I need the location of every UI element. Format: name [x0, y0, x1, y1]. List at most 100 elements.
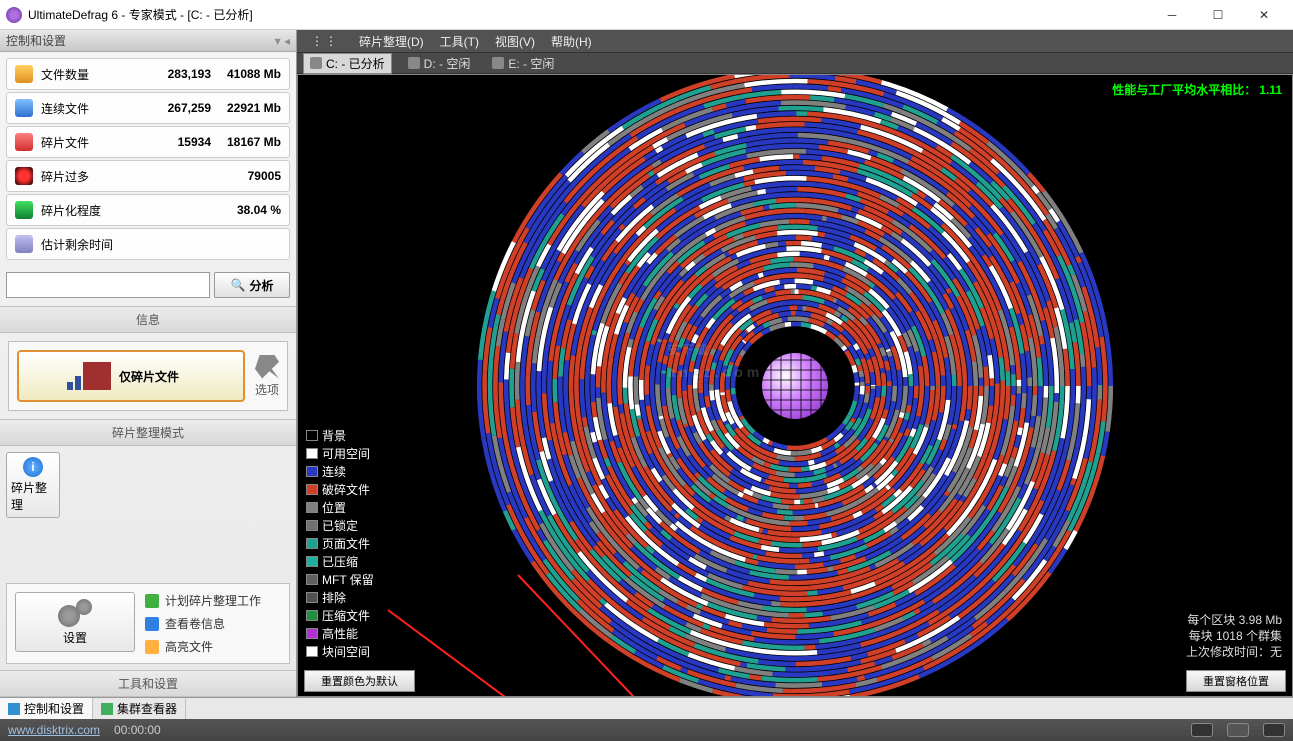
legend-item[interactable]: 可用空间	[306, 445, 374, 462]
stat-frag-degree: 碎片化程度38.04 %	[6, 194, 290, 226]
legend-swatch	[306, 556, 318, 567]
status-pill-2[interactable]	[1227, 723, 1249, 737]
legend-item[interactable]: 已压缩	[306, 553, 374, 570]
analyze-button[interactable]: 🔍分析	[214, 272, 290, 298]
drive-icon	[408, 57, 420, 69]
window-titlebar: UltimateDefrag 6 - 专家模式 - [C: - 已分析] ─ ☐…	[0, 0, 1293, 30]
legend-item[interactable]: 高性能	[306, 625, 374, 642]
legend-item[interactable]: 背景	[306, 427, 374, 444]
elapsed-time: 00:00:00	[114, 723, 161, 737]
close-button[interactable]: ✕	[1241, 0, 1287, 30]
legend-label: 已锁定	[322, 517, 358, 534]
bulb-icon	[145, 640, 159, 654]
color-legend: 背景可用空间连续破碎文件位置已锁定页面文件已压缩MFT 保留排除压缩文件高性能块…	[306, 427, 374, 660]
info-icon	[145, 617, 159, 631]
window-title: UltimateDefrag 6 - 专家模式 - [C: - 已分析]	[28, 6, 1149, 23]
mode-panel: 仅碎片文件 选项	[8, 341, 288, 411]
files-icon	[15, 65, 33, 83]
contiguous-icon	[15, 99, 33, 117]
legend-label: 块间空间	[322, 643, 370, 660]
legend-label: 已压缩	[322, 553, 358, 570]
mode-section-label: 碎片整理模式	[0, 419, 296, 446]
info-section-label: 信息	[0, 306, 296, 333]
legend-item[interactable]: 页面文件	[306, 535, 374, 552]
status-bar: www.disktrix.com 00:00:00	[0, 719, 1293, 741]
legend-item[interactable]: MFT 保留	[306, 571, 374, 588]
legend-label: 背景	[322, 427, 346, 444]
legend-swatch	[306, 448, 318, 459]
vendor-link[interactable]: www.disktrix.com	[8, 723, 100, 737]
menu-tools[interactable]: 工具(T)	[434, 33, 485, 50]
stat-contiguous: 连续文件267,25922921 Mb	[6, 92, 290, 124]
legend-label: 可用空间	[322, 445, 370, 462]
legend-swatch	[306, 484, 318, 495]
legend-swatch	[306, 538, 318, 549]
calendar-icon	[145, 594, 159, 608]
legend-item[interactable]: 已锁定	[306, 517, 374, 534]
legend-swatch	[306, 430, 318, 441]
legend-swatch	[306, 502, 318, 513]
sidebar-header-label: 控制和设置	[6, 32, 66, 49]
drive-tab-e[interactable]: E: - 空闲	[486, 54, 560, 73]
settings-button[interactable]: 设置	[15, 592, 135, 652]
stat-file-count: 文件数量283,19341088 Mb	[6, 58, 290, 90]
status-pill-1[interactable]	[1191, 723, 1213, 737]
legend-swatch	[306, 574, 318, 585]
bottom-tabs: 控制和设置 集群查看器	[0, 697, 1293, 719]
defrag-tab-button[interactable]: i 碎片整理	[6, 452, 60, 518]
legend-item[interactable]: 破碎文件	[306, 481, 374, 498]
legend-swatch	[306, 628, 318, 639]
tab-cluster-viewer[interactable]: 集群查看器	[93, 698, 186, 719]
center-orb	[762, 353, 828, 419]
highlight-link[interactable]: 高亮文件	[145, 638, 281, 655]
minimize-button[interactable]: ─	[1149, 0, 1195, 30]
legend-label: MFT 保留	[322, 571, 374, 588]
schedule-link[interactable]: 计划碎片整理工作	[145, 592, 281, 609]
maximize-button[interactable]: ☐	[1195, 0, 1241, 30]
legend-label: 压缩文件	[322, 607, 370, 624]
volume-info-link[interactable]: 查看卷信息	[145, 615, 281, 632]
menu-view[interactable]: 视图(V)	[489, 33, 541, 50]
collapse-icon[interactable]: ▾ ◂	[275, 34, 290, 48]
reset-colors-button[interactable]: 重置颜色为默认	[304, 670, 415, 692]
legend-label: 连续	[322, 463, 346, 480]
disk-visualization[interactable]: 性能与工厂平均水平相比： 1.11 安下载 anxz.com 背景可用空间连续破…	[297, 74, 1293, 697]
magnify-icon: 🔍	[231, 278, 246, 292]
bars-icon	[83, 362, 111, 390]
reset-window-button[interactable]: 重置窗格位置	[1186, 670, 1286, 692]
stat-excess-frag: 碎片过多79005	[6, 160, 290, 192]
menu-defrag[interactable]: 碎片整理(D)	[353, 33, 430, 50]
stat-fragmented: 碎片文件1593418167 Mb	[6, 126, 290, 158]
legend-item[interactable]: 压缩文件	[306, 607, 374, 624]
menu-help[interactable]: 帮助(H)	[545, 33, 598, 50]
stats-panel: 文件数量283,19341088 Mb 连续文件267,25922921 Mb …	[0, 52, 296, 268]
content-area: ⋮⋮ 碎片整理(D) 工具(T) 视图(V) 帮助(H) C: - 已分析 D:…	[297, 30, 1293, 697]
degree-icon	[15, 201, 33, 219]
legend-swatch	[306, 520, 318, 531]
menu-bar: ⋮⋮ 碎片整理(D) 工具(T) 视图(V) 帮助(H)	[297, 30, 1293, 52]
info-icon: i	[23, 457, 43, 477]
legend-label: 位置	[322, 499, 346, 516]
fragmented-icon	[15, 133, 33, 151]
tab-control-settings[interactable]: 控制和设置	[0, 698, 93, 719]
grip-icon[interactable]: ⋮⋮	[305, 34, 345, 48]
gears-icon	[58, 599, 92, 627]
drive-tab-c[interactable]: C: - 已分析	[303, 53, 392, 74]
drive-tab-d[interactable]: D: - 空闲	[402, 54, 477, 73]
disc-hub	[740, 331, 850, 441]
status-pill-3[interactable]	[1263, 723, 1285, 737]
cluster-label: 每块 1018 个群集	[1186, 628, 1282, 644]
legend-item[interactable]: 块间空间	[306, 643, 374, 660]
clock-icon	[15, 235, 33, 253]
legend-label: 高性能	[322, 625, 358, 642]
legend-label: 页面文件	[322, 535, 370, 552]
frag-only-button[interactable]: 仅碎片文件	[17, 350, 245, 402]
legend-item[interactable]: 位置	[306, 499, 374, 516]
sidebar: 控制和设置 ▾ ◂ 文件数量283,19341088 Mb 连续文件267,25…	[0, 30, 297, 697]
search-input[interactable]	[6, 272, 210, 298]
block-info: 每个区块 3.98 Mb 每块 1018 个群集 上次修改时间：无	[1186, 612, 1282, 660]
options-button[interactable]: 选项	[255, 355, 279, 398]
legend-item[interactable]: 连续	[306, 463, 374, 480]
cluster-icon	[101, 703, 113, 715]
legend-item[interactable]: 排除	[306, 589, 374, 606]
